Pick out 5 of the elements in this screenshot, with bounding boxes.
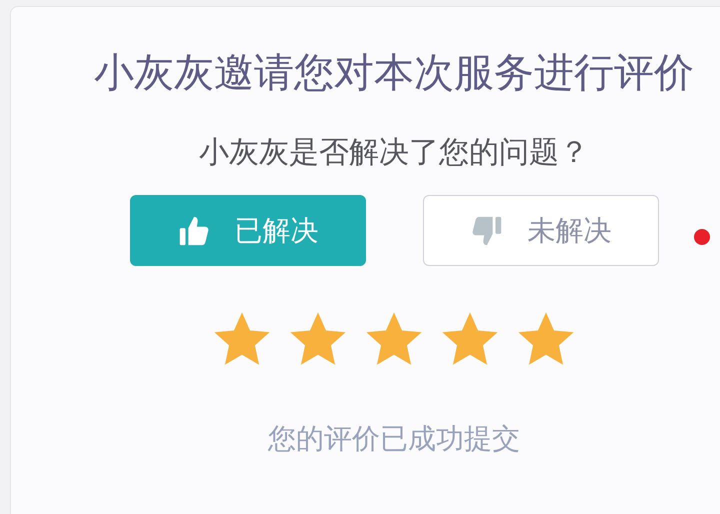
question-text: 小灰灰是否解决了您的问题？ [199,135,589,171]
confirmation-text: 您的评价已成功提交 [268,422,520,456]
card-title: 小灰灰邀请您对本次服务进行评价 [94,51,694,95]
resolved-button[interactable]: 已解决 [130,195,366,266]
unresolved-button[interactable]: 未解决 [422,195,658,266]
